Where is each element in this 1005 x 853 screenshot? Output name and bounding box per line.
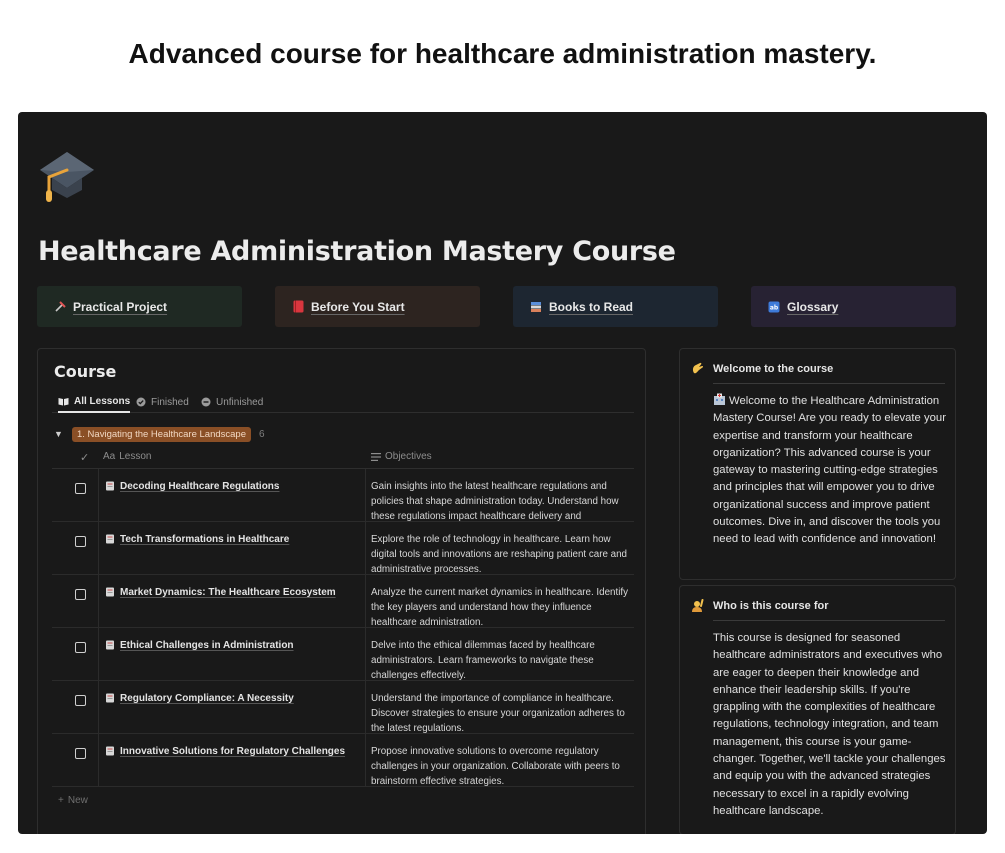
table-row[interactable]: Innovative Solutions for Regulatory Chal…	[52, 734, 634, 787]
lesson-cell[interactable]: Innovative Solutions for Regulatory Chal…	[98, 734, 366, 787]
link-label: Before You Start	[311, 299, 405, 314]
lesson-title[interactable]: Innovative Solutions for Regulatory Chal…	[120, 746, 345, 787]
audience-callout: Who is this course for This course is de…	[679, 585, 956, 834]
welcome-title: Welcome to the course	[713, 363, 834, 375]
books-icon	[529, 300, 543, 314]
group-header[interactable]: ▼ 1. Navigating the Healthcare Landscape…	[54, 425, 265, 443]
objectives-cell[interactable]: Understand the importance of compliance …	[371, 691, 634, 735]
lesson-column-header[interactable]: Aa Lesson	[103, 451, 151, 462]
welcome-callout: Welcome to the course Welcome to the Hea…	[679, 348, 956, 580]
finished-checkbox[interactable]	[75, 695, 86, 706]
link-before-you-start[interactable]: Before You Start	[275, 286, 480, 327]
notion-page: Healthcare Administration Mastery Course…	[18, 112, 987, 834]
tab-finished[interactable]: Finished	[136, 391, 189, 413]
graduation-cap-icon[interactable]	[38, 148, 96, 206]
link-label: Practical Project	[73, 299, 168, 314]
course-title: Course	[54, 362, 117, 381]
page-icon	[106, 640, 114, 650]
text-lines-icon	[371, 452, 381, 461]
lesson-title[interactable]: Market Dynamics: The Healthcare Ecosyste…	[120, 587, 336, 628]
lesson-title[interactable]: Regulatory Compliance: A Necessity	[120, 693, 294, 734]
lesson-title[interactable]: Ethical Challenges in Administration	[120, 640, 294, 681]
lesson-cell[interactable]: Decoding Healthcare Regulations	[98, 469, 366, 522]
objectives-column-header[interactable]: Objectives	[371, 451, 432, 462]
lesson-title[interactable]: Tech Transformations in Healthcare	[120, 534, 289, 575]
tab-unfinished[interactable]: Unfinished	[201, 391, 263, 413]
objectives-cell[interactable]: Analyze the current market dynamics in h…	[371, 585, 634, 629]
audience-title: Who is this course for	[713, 600, 829, 612]
link-label: Books to Read	[549, 299, 634, 314]
table-row[interactable]: Regulatory Compliance: A Necessity Under…	[52, 681, 634, 734]
waving-hand-icon	[691, 362, 704, 378]
finished-checkbox[interactable]	[75, 589, 86, 600]
minus-circle-icon	[201, 397, 211, 407]
objectives-cell[interactable]: Gain insights into the latest healthcare…	[371, 479, 634, 523]
svg-text:ab: ab	[770, 304, 779, 311]
page-icon	[106, 481, 114, 491]
link-books-to-read[interactable]: Books to Read	[513, 286, 718, 327]
new-row-button[interactable]: + New	[58, 795, 88, 806]
tab-all-lessons[interactable]: All Lessons	[58, 391, 131, 413]
objectives-cell[interactable]: Propose innovative solutions to overcome…	[371, 744, 634, 788]
group-tag: 1. Navigating the Healthcare Landscape	[72, 426, 252, 442]
red-book-icon	[291, 300, 305, 314]
divider	[713, 383, 945, 384]
finished-checkbox[interactable]	[75, 642, 86, 653]
finished-checkbox[interactable]	[75, 483, 86, 494]
open-book-icon	[58, 397, 69, 405]
view-tabs: All Lessons Finished Unfinished	[52, 389, 634, 413]
welcome-body: Welcome to the Healthcare Administration…	[713, 393, 948, 549]
page-headline: Advanced course for healthcare administr…	[128, 38, 877, 69]
hospital-icon	[714, 393, 725, 405]
link-practical-project[interactable]: Practical Project	[37, 286, 242, 327]
check-circle-icon	[136, 397, 146, 407]
divider	[713, 620, 945, 621]
objectives-cell[interactable]: Explore the role of technology in health…	[371, 532, 634, 576]
group-count: 6	[259, 428, 265, 440]
person-raising-hand-icon	[691, 599, 704, 615]
table-row[interactable]: Market Dynamics: The Healthcare Ecosyste…	[52, 575, 634, 628]
page-icon	[106, 693, 114, 703]
table-row[interactable]: Tech Transformations in Healthcare Explo…	[52, 522, 634, 575]
plus-icon: +	[58, 795, 64, 806]
table-row[interactable]: Decoding Healthcare Regulations Gain ins…	[52, 469, 634, 522]
course-database: Course All Lessons Finished Unfinished ▼…	[37, 348, 646, 834]
lesson-title[interactable]: Decoding Healthcare Regulations	[120, 481, 279, 522]
audience-body: This course is designed for seasoned hea…	[713, 632, 946, 817]
quick-links: Practical Project Before You Start Books…	[37, 286, 957, 327]
finished-checkbox[interactable]	[75, 536, 86, 547]
link-glossary[interactable]: ab Glossary	[751, 286, 956, 327]
table-header: ✓ Aa Lesson Objectives	[52, 447, 634, 469]
link-label: Glossary	[787, 299, 839, 314]
text-property-icon: Aa	[103, 451, 116, 462]
page-icon	[106, 746, 114, 756]
lesson-cell[interactable]: Market Dynamics: The Healthcare Ecosyste…	[98, 575, 366, 628]
check-column-icon[interactable]: ✓	[80, 451, 89, 464]
lesson-cell[interactable]: Ethical Challenges in Administration	[98, 628, 366, 681]
abc-icon: ab	[767, 300, 781, 314]
page-icon	[106, 587, 114, 597]
welcome-text: Welcome to the Healthcare Administration…	[713, 395, 946, 546]
caret-down-icon[interactable]: ▼	[54, 429, 64, 439]
lesson-cell[interactable]: Tech Transformations in Healthcare	[98, 522, 366, 575]
finished-checkbox[interactable]	[75, 748, 86, 759]
table-row[interactable]: Ethical Challenges in Administration Del…	[52, 628, 634, 681]
page-icon	[106, 534, 114, 544]
hammer-pick-icon	[53, 300, 67, 314]
page-title: Healthcare Administration Mastery Course	[38, 236, 676, 267]
lesson-cell[interactable]: Regulatory Compliance: A Necessity	[98, 681, 366, 734]
objectives-cell[interactable]: Delve into the ethical dilemmas faced by…	[371, 638, 634, 682]
